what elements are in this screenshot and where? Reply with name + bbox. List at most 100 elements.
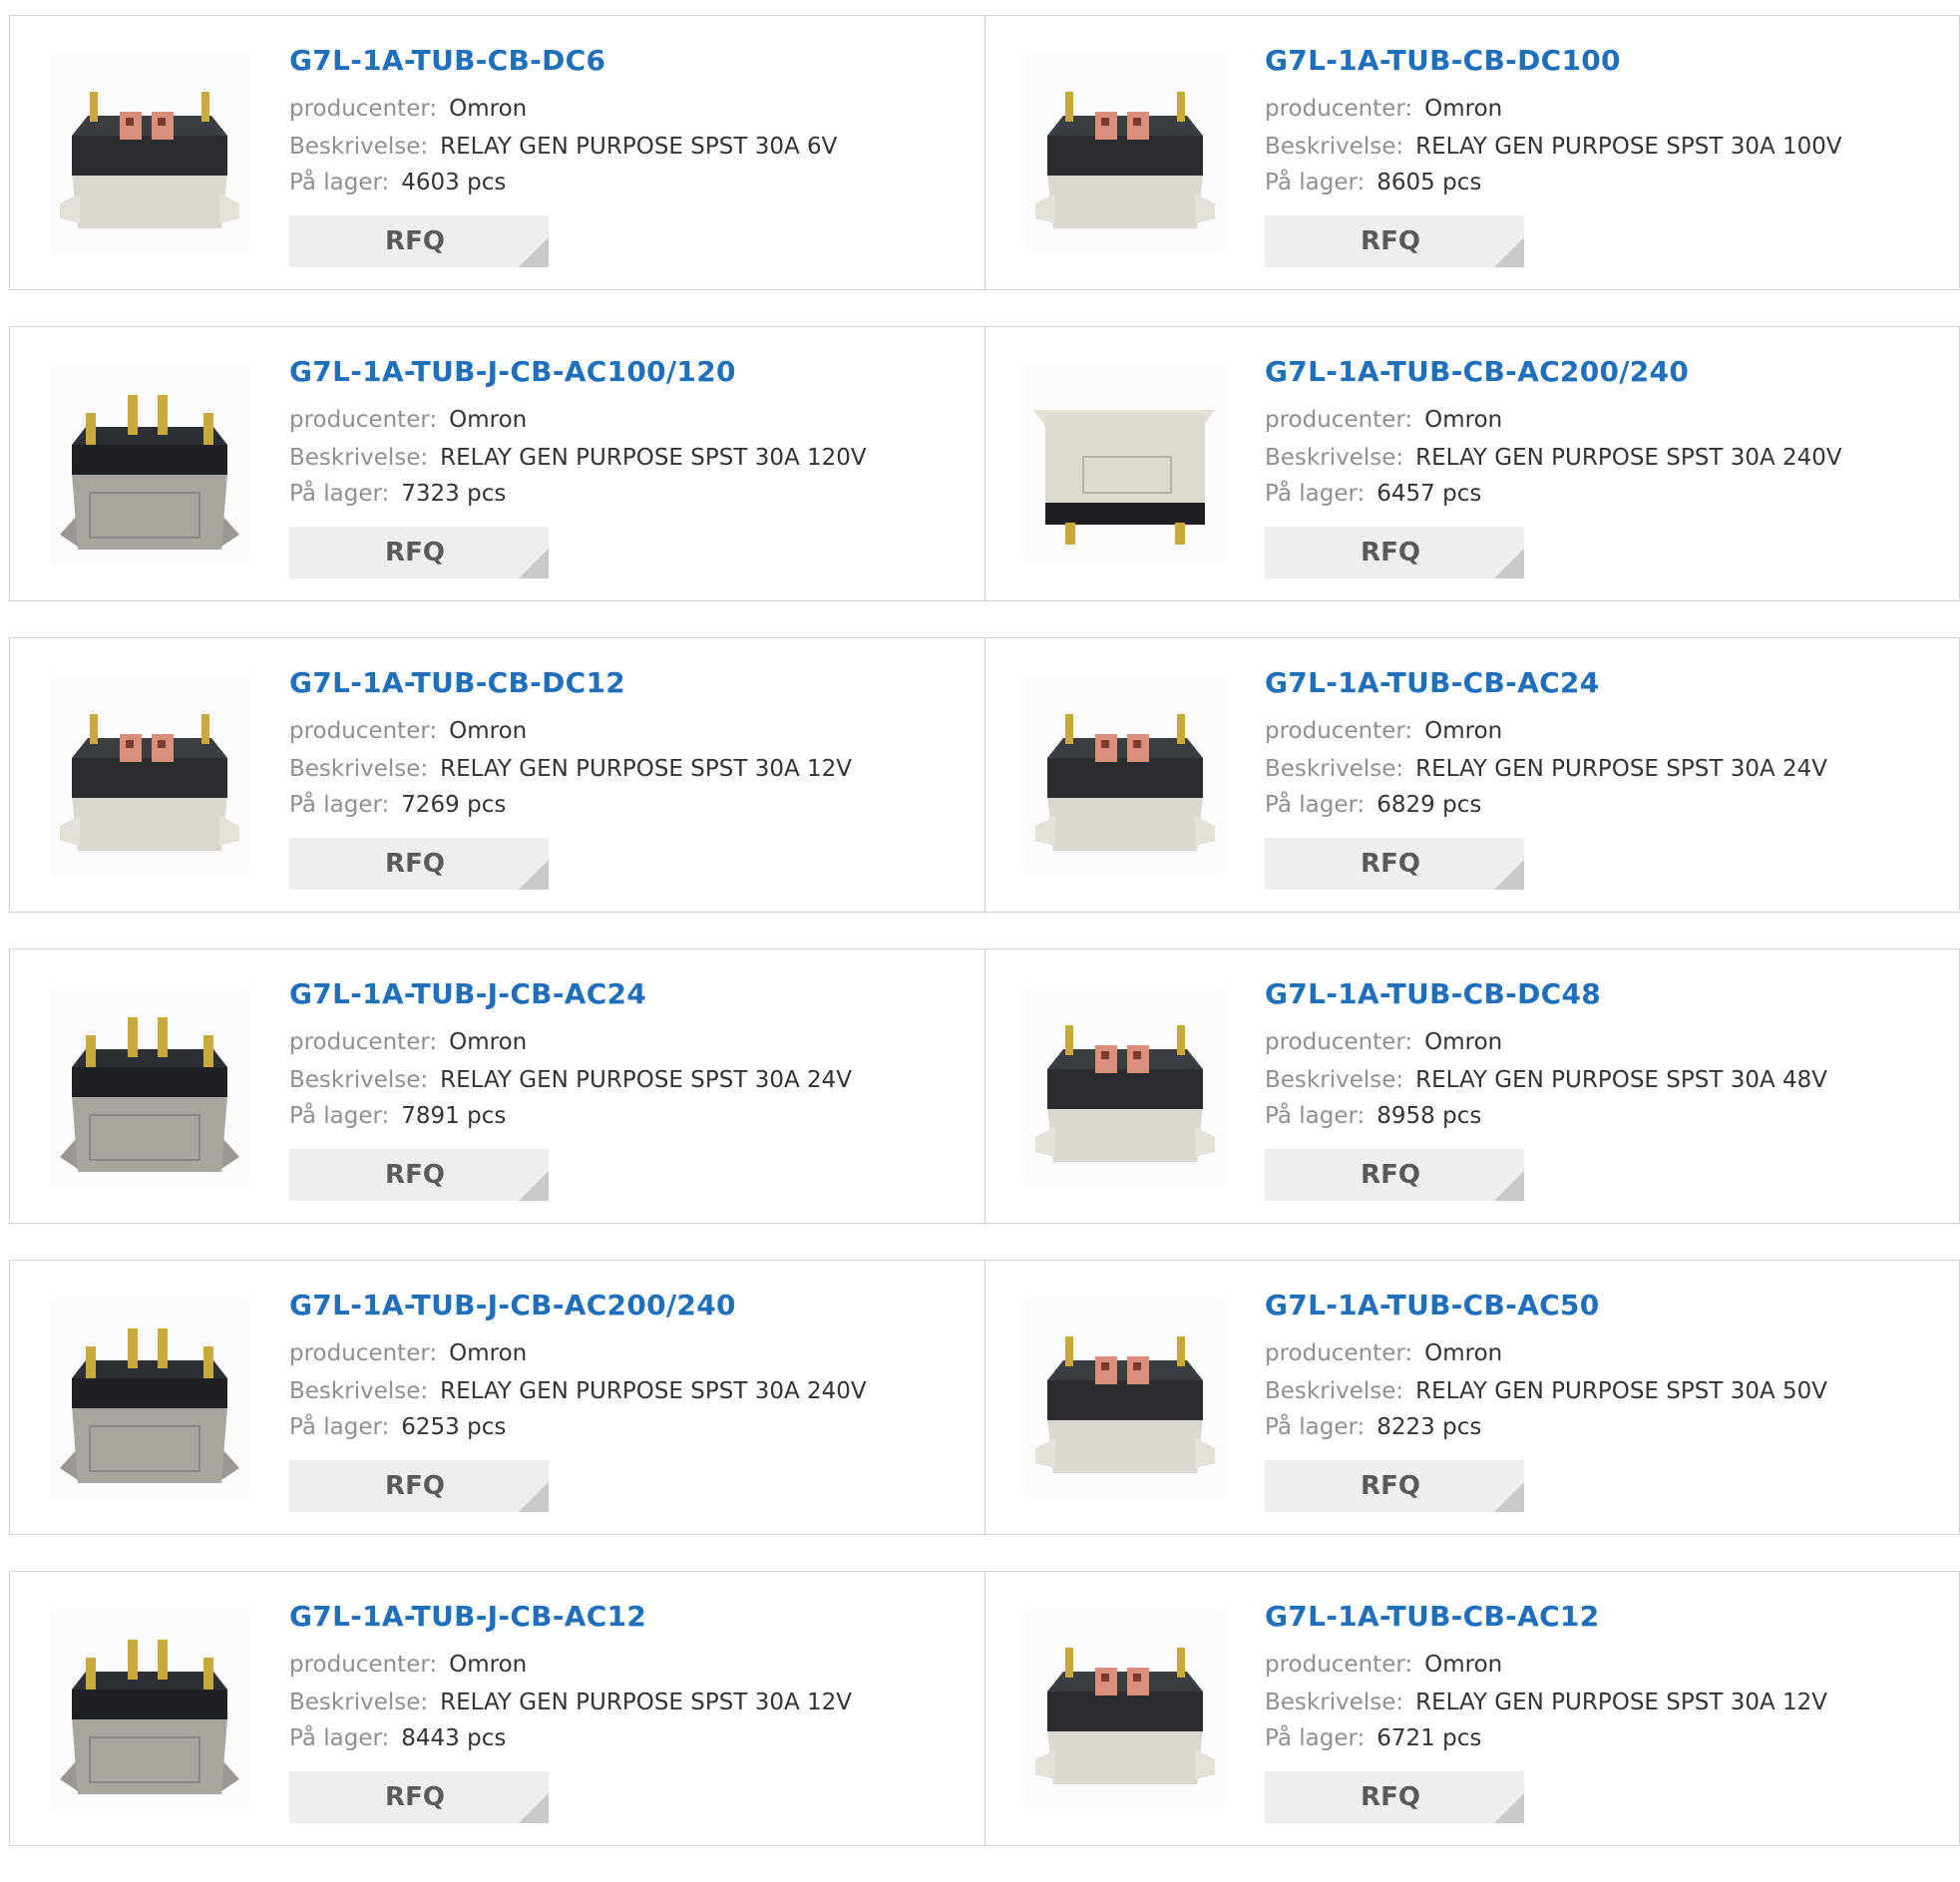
product-image[interactable] — [50, 365, 249, 565]
product-title-link[interactable]: G7L-1A-TUB-CB-DC48 — [1265, 977, 1601, 1010]
rfq-button[interactable]: RFQ — [1265, 527, 1524, 578]
relay-cb-icon — [1025, 54, 1225, 253]
stock-label: På lager: — [289, 1103, 390, 1129]
manufacturer-value: Omron — [449, 1340, 528, 1366]
manufacturer-value: Omron — [449, 96, 528, 122]
product-row: G7L-1A-TUB-J-CB-AC200/240 producenter: Om… — [9, 1260, 1960, 1535]
description-label: Beskrivelse: — [1265, 445, 1404, 471]
rfq-button[interactable]: RFQ — [1265, 1460, 1524, 1512]
description-label: Beskrivelse: — [1265, 1690, 1404, 1715]
product-image[interactable] — [1025, 54, 1225, 253]
stock-value: 7891 pcs — [401, 1103, 507, 1129]
product-title-link[interactable]: G7L-1A-TUB-J-CB-AC24 — [289, 977, 646, 1010]
product-card: G7L-1A-TUB-CB-DC12 producenter: Omron Bes… — [9, 638, 984, 912]
product-title-link[interactable]: G7L-1A-TUB-CB-DC12 — [289, 666, 625, 699]
stock-label: På lager: — [289, 481, 390, 507]
product-title-link[interactable]: G7L-1A-TUB-CB-AC50 — [1265, 1289, 1599, 1321]
relay-cb-icon — [1025, 676, 1225, 876]
rfq-button[interactable]: RFQ — [1265, 838, 1524, 890]
rfq-button[interactable]: RFQ — [289, 838, 549, 890]
stock-label: På lager: — [289, 170, 390, 195]
product-image[interactable] — [50, 987, 249, 1187]
manufacturer-label: producenter: — [1265, 1340, 1413, 1366]
manufacturer-label: producenter: — [289, 1340, 438, 1366]
product-title-link[interactable]: G7L-1A-TUB-CB-AC12 — [1265, 1600, 1599, 1633]
rfq-button[interactable]: RFQ — [289, 1460, 549, 1512]
rfq-button[interactable]: RFQ — [289, 1771, 549, 1823]
product-card: G7L-1A-TUB-CB-DC100 producenter: Omron Be… — [984, 16, 1960, 289]
rfq-label: RFQ — [1361, 226, 1420, 256]
stock-line: På lager: 6721 pcs — [1265, 1725, 1481, 1751]
manufacturer-label: producenter: — [289, 1652, 438, 1678]
description-line: Beskrivelse: RELAY GEN PURPOSE SPST 30A 2… — [289, 1067, 852, 1093]
stock-line: På lager: 8605 pcs — [1265, 170, 1481, 195]
rfq-button[interactable]: RFQ — [289, 1149, 549, 1201]
manufacturer-label: producenter: — [289, 718, 438, 744]
stock-value: 6253 pcs — [401, 1414, 507, 1440]
relay-j-icon — [50, 365, 249, 565]
product-image[interactable] — [50, 676, 249, 876]
rfq-label: RFQ — [1361, 538, 1420, 567]
stock-value: 6457 pcs — [1376, 481, 1482, 507]
rfq-label: RFQ — [385, 1471, 445, 1501]
manufacturer-label: producenter: — [289, 1029, 438, 1055]
rfq-button[interactable]: RFQ — [1265, 1149, 1524, 1201]
product-title-link[interactable]: G7L-1A-TUB-J-CB-AC12 — [289, 1600, 646, 1633]
stock-value: 6829 pcs — [1376, 792, 1482, 818]
stock-value: 7323 pcs — [401, 481, 507, 507]
product-title-link[interactable]: G7L-1A-TUB-CB-AC24 — [1265, 666, 1599, 699]
stock-label: På lager: — [289, 1725, 390, 1751]
relay-j-icon — [50, 1610, 249, 1809]
product-row: G7L-1A-TUB-J-CB-AC24 producenter: Omron B… — [9, 948, 1960, 1224]
rfq-label: RFQ — [1361, 1782, 1420, 1812]
stock-line: På lager: 8443 pcs — [289, 1725, 506, 1751]
stock-label: På lager: — [289, 792, 390, 818]
rfq-button[interactable]: RFQ — [1265, 215, 1524, 267]
rfq-label: RFQ — [385, 1782, 445, 1812]
product-image[interactable] — [1025, 676, 1225, 876]
product-card: G7L-1A-TUB-J-CB-AC24 producenter: Omron B… — [9, 949, 984, 1223]
rfq-label: RFQ — [385, 1160, 445, 1190]
stock-value: 8605 pcs — [1376, 170, 1482, 195]
product-image[interactable] — [50, 1610, 249, 1809]
description-value: RELAY GEN PURPOSE SPST 30A 12V — [440, 1690, 853, 1715]
button-corner — [1494, 1171, 1524, 1201]
manufacturer-value: Omron — [1424, 718, 1503, 744]
stock-line: På lager: 7891 pcs — [289, 1103, 506, 1129]
description-value: RELAY GEN PURPOSE SPST 30A 24V — [1415, 756, 1828, 782]
manufacturer-label: producenter: — [1265, 718, 1413, 744]
stock-label: På lager: — [1265, 792, 1366, 818]
product-title-link[interactable]: G7L-1A-TUB-CB-AC200/240 — [1265, 355, 1689, 388]
product-card: G7L-1A-TUB-J-CB-AC200/240 producenter: Om… — [9, 1261, 984, 1534]
stock-label: På lager: — [1265, 481, 1366, 507]
rfq-label: RFQ — [1361, 1471, 1420, 1501]
relay-cb-icon — [1025, 1299, 1225, 1498]
description-label: Beskrivelse: — [1265, 756, 1404, 782]
description-label: Beskrivelse: — [1265, 1378, 1404, 1404]
button-corner — [1494, 1482, 1524, 1512]
button-corner — [1494, 237, 1524, 267]
description-line: Beskrivelse: RELAY GEN PURPOSE SPST 30A 1… — [289, 1690, 852, 1715]
product-title-link[interactable]: G7L-1A-TUB-CB-DC100 — [1265, 44, 1621, 77]
description-label: Beskrivelse: — [289, 134, 429, 160]
rfq-button[interactable]: RFQ — [1265, 1771, 1524, 1823]
product-title-link[interactable]: G7L-1A-TUB-J-CB-AC100/120 — [289, 355, 736, 388]
stock-value: 6721 pcs — [1376, 1725, 1482, 1751]
description-value: RELAY GEN PURPOSE SPST 30A 6V — [440, 134, 838, 160]
product-image[interactable] — [1025, 1610, 1225, 1809]
product-title-link[interactable]: G7L-1A-TUB-J-CB-AC200/240 — [289, 1289, 736, 1321]
description-line: Beskrivelse: RELAY GEN PURPOSE SPST 30A 2… — [289, 1378, 867, 1404]
product-image[interactable] — [1025, 365, 1225, 565]
product-image[interactable] — [50, 54, 249, 253]
description-value: RELAY GEN PURPOSE SPST 30A 48V — [1415, 1067, 1828, 1093]
rfq-button[interactable]: RFQ — [289, 527, 549, 578]
product-image[interactable] — [1025, 1299, 1225, 1498]
product-image[interactable] — [1025, 987, 1225, 1187]
relay-j-icon — [50, 1299, 249, 1498]
relay-cb-icon — [50, 54, 249, 253]
description-line: Beskrivelse: RELAY GEN PURPOSE SPST 30A 1… — [1265, 1690, 1827, 1715]
rfq-button[interactable]: RFQ — [289, 215, 549, 267]
product-title-link[interactable]: G7L-1A-TUB-CB-DC6 — [289, 44, 605, 77]
description-line: Beskrivelse: RELAY GEN PURPOSE SPST 30A 4… — [1265, 1067, 1827, 1093]
product-image[interactable] — [50, 1299, 249, 1498]
